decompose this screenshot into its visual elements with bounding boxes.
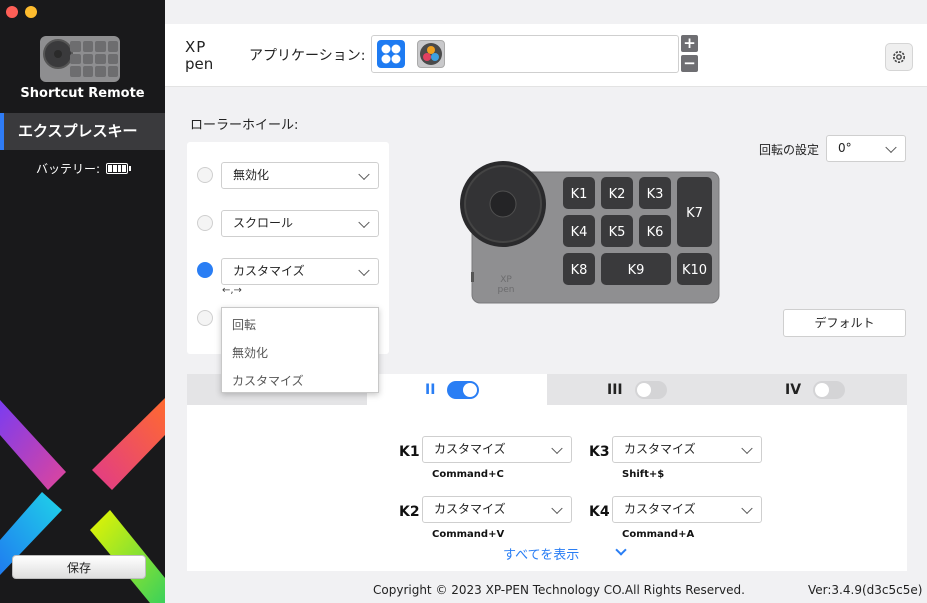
tab-4[interactable]: IV <box>727 374 907 405</box>
chevron-down-icon <box>358 216 370 228</box>
tab-toggle[interactable] <box>634 380 667 399</box>
key-select-k2[interactable]: カスタマイズ <box>422 496 572 523</box>
roller-wheel-title: ローラーホイール: <box>190 118 299 133</box>
close-window-button[interactable] <box>6 6 18 18</box>
chevron-down-icon <box>551 502 563 514</box>
show-all-link[interactable]: すべてを表示 <box>503 544 579 563</box>
davinci-resolve-icon[interactable] <box>417 40 445 68</box>
tab-3[interactable]: III <box>547 374 727 405</box>
chevron-down-icon <box>741 502 753 514</box>
device-name: Shortcut Remote <box>20 86 145 101</box>
svg-text:XP: XP <box>500 275 512 285</box>
chevron-down-icon <box>358 168 370 180</box>
sidebar: Shortcut Remote エクスプレスキー バッテリー: 保存 <box>0 0 165 603</box>
dropdown-option-disable[interactable]: 無効化 <box>232 344 268 361</box>
roller-select-disabled[interactable]: 無効化 <box>221 162 379 189</box>
device-key-label: K5 <box>609 225 626 240</box>
copyright-text: Copyright © 2023 XP-PEN Technology CO.Al… <box>373 583 745 597</box>
save-button[interactable]: 保存 <box>12 555 146 579</box>
select-value: カスタマイズ <box>434 442 506 456</box>
active-indicator <box>0 113 4 150</box>
chevron-down-icon <box>358 264 370 276</box>
device-thumbnail-icon <box>40 36 120 82</box>
key-mapping-panel: K1 カスタマイズ Command+C K3 カスタマイズ Shift+$ K2… <box>187 405 907 571</box>
key-label-k4: K4 <box>589 504 610 520</box>
application-list <box>371 35 679 73</box>
roller-radio-scroll[interactable] <box>197 215 213 231</box>
header: XP pen アプリケーション: + − <box>165 24 927 87</box>
select-value: カスタマイズ <box>624 442 696 456</box>
device-key-label: K8 <box>571 263 588 278</box>
dropdown-option-customize[interactable]: カスタマイズ <box>232 372 304 389</box>
xp-pen-logo-icon: XP pen <box>184 37 220 73</box>
tab-toggle[interactable] <box>447 380 480 399</box>
select-value: カスタマイズ <box>434 502 506 516</box>
battery-icon <box>106 163 132 174</box>
key-label-k2: K2 <box>399 504 420 520</box>
dropdown-option-rotate[interactable]: 回転 <box>232 316 256 333</box>
rotation-setting-label: 回転の設定 <box>759 143 820 157</box>
remove-application-button[interactable]: − <box>681 55 698 72</box>
roller-radio-customize[interactable] <box>197 262 213 278</box>
battery-status: バッテリー: <box>36 160 132 177</box>
chevron-down-icon <box>741 442 753 454</box>
version-text: Ver:3.4.9(d3c5c5e) <box>808 583 923 597</box>
key-label-k1: K1 <box>399 444 420 460</box>
svg-text:XP: XP <box>185 38 206 56</box>
chevron-down-icon <box>551 442 563 454</box>
key-label-k3: K3 <box>589 444 610 460</box>
device-key-label: K6 <box>647 225 664 240</box>
select-value: スクロール <box>233 216 294 230</box>
battery-label: バッテリー: <box>36 162 101 176</box>
sidebar-item-express-keys[interactable]: エクスプレスキー <box>0 113 165 150</box>
device-key-label: K10 <box>682 263 707 278</box>
key-select-k3[interactable]: カスタマイズ <box>612 436 762 463</box>
roller-radio-rotate[interactable] <box>197 310 213 326</box>
settings-button[interactable] <box>885 43 913 71</box>
device-key-label: K9 <box>628 263 645 278</box>
shortcut-k1: Command+C <box>432 469 504 480</box>
roller-select-customize[interactable]: カスタマイズ <box>221 258 379 285</box>
app-grid-icon[interactable] <box>377 40 405 68</box>
roller-radio-disabled[interactable] <box>197 167 213 183</box>
default-button[interactable]: デフォルト <box>783 309 906 337</box>
tab-label: III <box>607 381 623 398</box>
svg-text:pen: pen <box>185 55 213 73</box>
chevron-down-icon <box>885 141 897 153</box>
chevron-down-icon[interactable] <box>615 544 627 556</box>
minimize-window-button[interactable] <box>25 6 37 18</box>
roller-select-scroll[interactable]: スクロール <box>221 210 379 237</box>
key-select-k4[interactable]: カスタマイズ <box>612 496 762 523</box>
tab-label: II <box>425 381 436 398</box>
svg-text:pen: pen <box>498 285 515 295</box>
device-key-label: K7 <box>686 206 703 221</box>
select-value: カスタマイズ <box>233 264 305 278</box>
rotation-select[interactable]: 0° <box>826 135 906 162</box>
select-value: カスタマイズ <box>624 502 696 516</box>
shortcut-k2: Command+V <box>432 529 505 540</box>
tab-toggle[interactable] <box>813 380 846 399</box>
shortcut-k3: Shift+$ <box>622 469 665 480</box>
add-application-button[interactable]: + <box>681 35 698 52</box>
shortcut-k4: Command+A <box>622 529 695 540</box>
select-value: 無効化 <box>233 168 270 182</box>
device-key-label: K3 <box>647 187 664 202</box>
device-key-label: K1 <box>571 187 588 202</box>
roller-arrow-hint: ←,→ <box>222 285 242 296</box>
application-label: アプリケーション: <box>249 48 366 64</box>
select-value: 0° <box>838 141 852 155</box>
main-panel: ローラーホイール: 無効化 スクロール カスタマイズ ←,→ 回転 無効化 カス… <box>165 95 927 603</box>
gear-icon <box>893 51 905 63</box>
sidebar-item-label: エクスプレスキー <box>18 122 138 140</box>
tab-label: IV <box>785 381 802 398</box>
roller-dropdown-menu: 回転 無効化 カスタマイズ <box>221 307 379 393</box>
tab-2[interactable]: II <box>367 374 547 405</box>
device-diagram: XP pen K1 K2 K3 K4 K5 K6 K7 K8 K9 K10 <box>460 161 720 304</box>
device-key-label: K2 <box>609 187 626 202</box>
key-select-k1[interactable]: カスタマイズ <box>422 436 572 463</box>
device-key-label: K4 <box>571 225 588 240</box>
